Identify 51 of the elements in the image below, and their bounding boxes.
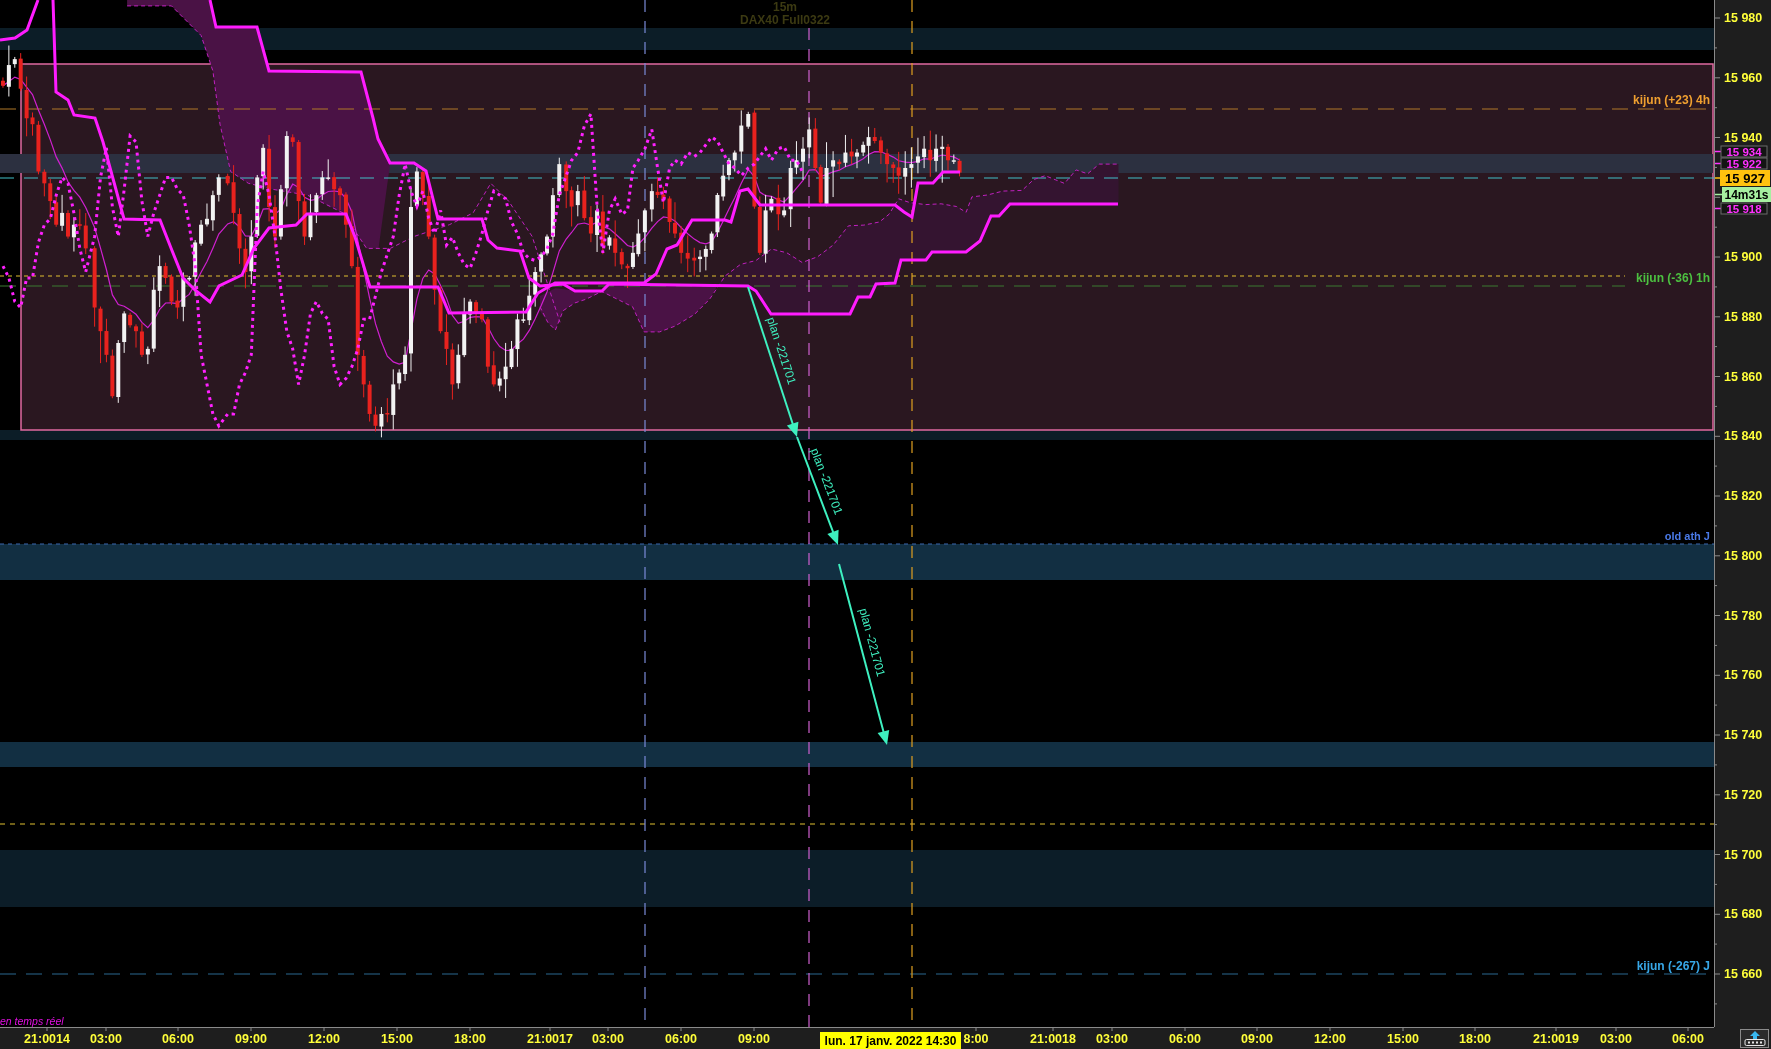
price-label: 15 760: [1724, 668, 1763, 683]
time-label: 09:00: [738, 1032, 770, 1046]
level-label: kijun (+23) 4h: [1632, 93, 1710, 107]
time-label: 03:00: [1096, 1032, 1128, 1046]
arrow-label: plan -221701: [856, 606, 888, 679]
price-label: 15 660: [1724, 967, 1763, 981]
price-label: 15 720: [1724, 787, 1763, 802]
time-label: 06:00: [1169, 1032, 1201, 1046]
price-label: 15 740: [1724, 728, 1763, 742]
time-label: 18:00: [454, 1032, 486, 1046]
up-arrow-tray-icon: [1743, 1031, 1766, 1046]
price-label: 15 800: [1724, 548, 1763, 563]
realtime-status: en temps réel: [0, 1015, 64, 1027]
time-label: 8:00: [963, 1032, 989, 1046]
time-label: 06:00: [1672, 1032, 1704, 1046]
time-label: 12:00: [308, 1032, 340, 1046]
time-label: 06:00: [162, 1032, 194, 1046]
time-label: 12:00: [1314, 1032, 1346, 1046]
price-label: 15 880: [1724, 309, 1763, 324]
time-label: 09:00: [235, 1032, 267, 1046]
price-label: 15 780: [1724, 608, 1763, 623]
time-label: 15:00: [1387, 1032, 1419, 1046]
time-label: 18:00: [1459, 1032, 1491, 1046]
instrument-title: DAX40 Full0322: [740, 13, 830, 27]
time-label: 21:0018: [1030, 1032, 1076, 1046]
level-label: kijun (-267) J: [1636, 959, 1710, 973]
arrow-label: plan -221701: [763, 315, 800, 387]
price-label: 15 860: [1724, 369, 1763, 384]
level-label: old ath J: [1664, 530, 1710, 542]
timeframe-label: 15m: [773, 0, 797, 14]
price-label: 15 820: [1724, 489, 1763, 503]
time-label: 21:0019: [1533, 1032, 1579, 1046]
indicator-line: [0, 0, 40, 42]
price-label: 15 680: [1724, 907, 1763, 922]
time-label: 03:00: [1600, 1032, 1632, 1046]
price-label: 15 700: [1724, 847, 1763, 862]
time-label: 09:00: [1241, 1032, 1273, 1046]
time-cursor-label: lun. 17 janv. 2022 14:30: [820, 1032, 961, 1049]
price-label: 15 980: [1724, 11, 1763, 25]
price-label: 15 960: [1724, 70, 1763, 85]
time-label: 21:0014: [24, 1032, 70, 1046]
time-label: 06:00: [665, 1032, 697, 1046]
time-label: 03:00: [592, 1032, 624, 1046]
price-label: 15 840: [1724, 429, 1763, 444]
time-label: 03:00: [90, 1032, 122, 1046]
time-label: 15:00: [381, 1032, 413, 1046]
toolbar-button[interactable]: [1740, 1029, 1769, 1048]
level-label: kijun (-36) 1h: [1636, 271, 1710, 285]
time-label: 21:0017: [527, 1032, 573, 1046]
price-label: 15 940: [1724, 130, 1763, 145]
price-label: 15 900: [1724, 250, 1763, 264]
